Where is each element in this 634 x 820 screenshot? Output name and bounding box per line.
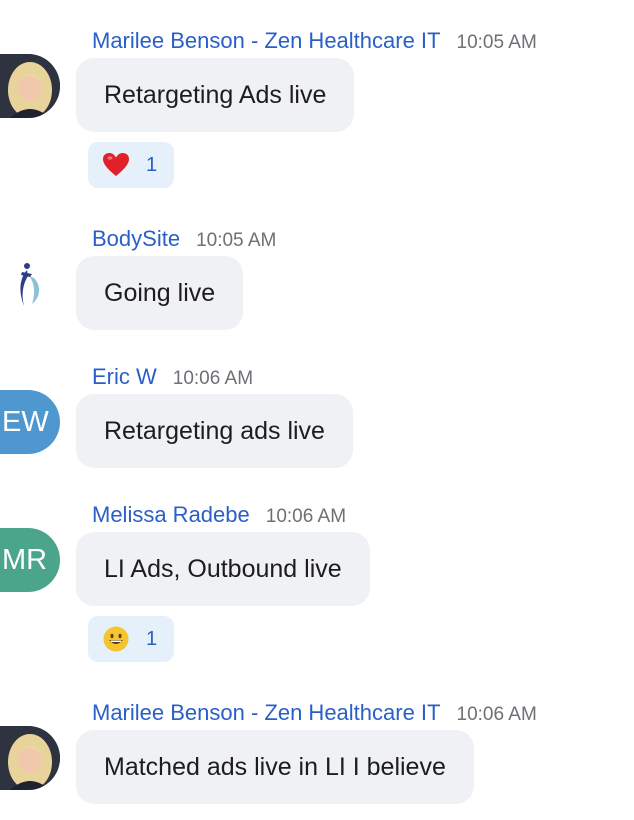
message-bubble: Retargeting Ads live <box>76 58 355 132</box>
reaction-count: 1 <box>146 153 158 176</box>
message-text: LI Ads, Outbound live <box>104 554 342 583</box>
avatar-initials: MR <box>2 543 48 576</box>
sender-name[interactable]: Marilee Benson - Zen Healthcare IT <box>92 28 441 53</box>
message-bubble: Matched ads live in LI I believe <box>76 730 474 804</box>
message-header: Marilee Benson - Zen Healthcare IT 10:06 … <box>92 700 537 726</box>
reaction-pill[interactable]: 1 <box>88 142 174 188</box>
timestamp: 10:06 AM <box>265 506 347 527</box>
message-text: Going live <box>104 278 216 307</box>
message-bubble: Going live <box>76 256 244 330</box>
message-text: Retargeting Ads live <box>104 80 327 109</box>
message-header: Marilee Benson - Zen Healthcare IT 10:05 … <box>92 28 537 54</box>
avatar[interactable] <box>0 254 60 318</box>
message-header: Eric W 10:06 AM <box>92 364 253 390</box>
profile-photo-icon <box>0 726 60 790</box>
reaction-pill[interactable]: 1 <box>88 616 174 662</box>
message-bubble: Retargeting ads live <box>76 394 353 468</box>
message-bubble: LI Ads, Outbound live <box>76 532 370 606</box>
message-text: Matched ads live in LI I believe <box>104 752 446 781</box>
sender-name[interactable]: Melissa Radebe <box>92 502 250 527</box>
timestamp: 10:05 AM <box>196 230 277 251</box>
heart-emoji-icon <box>103 153 129 176</box>
sender-name[interactable]: Eric W <box>92 364 157 389</box>
avatar[interactable] <box>0 726 60 790</box>
grinning-face-emoji-icon <box>103 626 129 652</box>
timestamp: 10:05 AM <box>456 32 537 53</box>
timestamp: 10:06 AM <box>172 368 254 389</box>
timestamp: 10:06 AM <box>456 704 537 725</box>
avatar-initials: EW <box>2 405 49 438</box>
avatar[interactable]: MR <box>0 528 60 592</box>
sender-name[interactable]: Marilee Benson - Zen Healthcare IT <box>92 700 441 725</box>
bodysite-logo-icon <box>20 263 40 306</box>
reaction-count: 1 <box>146 627 158 650</box>
profile-photo-icon <box>0 54 60 118</box>
message-header: BodySite 10:05 AM <box>92 226 276 252</box>
avatar[interactable] <box>0 54 60 118</box>
chat-message-list: Marilee Benson - Zen Healthcare IT 10:05 … <box>0 0 634 820</box>
sender-name[interactable]: BodySite <box>92 226 180 251</box>
message-header: Melissa Radebe 10:06 AM <box>92 502 346 528</box>
avatar[interactable]: EW <box>0 390 60 454</box>
message-text: Retargeting ads live <box>104 416 325 445</box>
